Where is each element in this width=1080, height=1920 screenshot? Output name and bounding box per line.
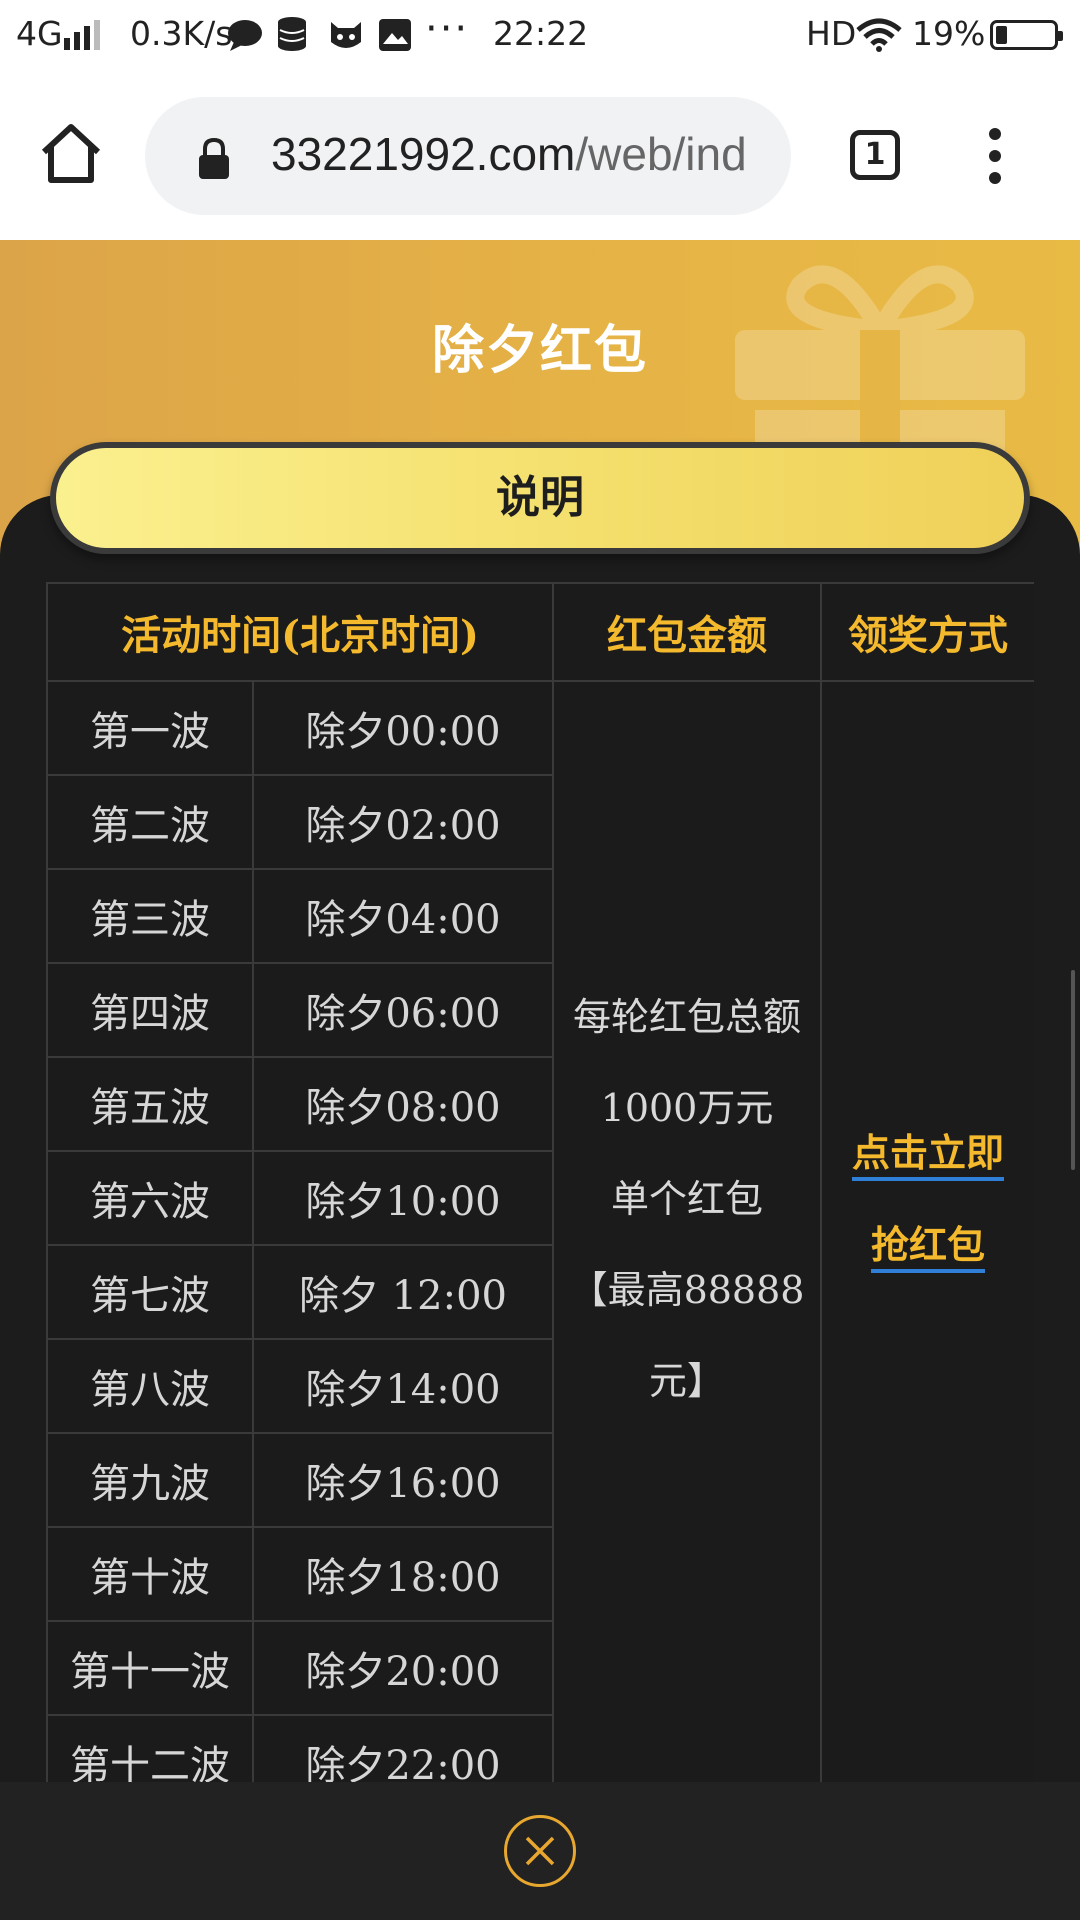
wave-cell: 第五波 [46,1056,254,1152]
amount-line: 元】 [649,1358,726,1403]
battery-percent: 19% [912,14,986,53]
amount-line: 单个红包 [611,1176,764,1221]
wave-cell: 第七波 [46,1244,254,1340]
claim-link-line[interactable]: 点击立即 [852,1130,1005,1181]
explain-button[interactable]: 说明 [50,442,1030,554]
tab-switcher-button[interactable]: 1 [850,130,900,180]
wave-cell: 第三波 [46,868,254,964]
time-cell: 除夕20:00 [251,1620,555,1716]
url-domain: 33221992.com [271,128,576,180]
menu-icon[interactable] [980,128,1010,184]
time-cell: 除夕06:00 [251,962,555,1058]
header-activity-time: 活动时间(北京时间) [46,582,555,682]
time-cell: 除夕02:00 [251,774,555,870]
schedule-table: 活动时间(北京时间) 红包金额 领奖方式 第一波 除夕00:00 每轮红包总额 100… [46,582,1034,1782]
time-cell: 除夕22:00 [251,1714,555,1782]
time-cell: 除夕18:00 [251,1526,555,1622]
network-speed: 0.3K/s [130,14,233,53]
header-amount: 红包金额 [552,582,823,682]
status-bar: 4G 0.3K/s ··· 22:22 HD 19% [0,0,1080,70]
claim-cell: 点击立即 抢红包 [820,680,1034,1782]
wave-cell: 第一波 [46,680,254,776]
amount-line: 每轮红包总额 [573,994,802,1039]
time-cell: 除夕08:00 [251,1056,555,1152]
close-button[interactable] [504,1815,576,1887]
chat-icon [228,20,262,51]
battery-level [996,26,1007,44]
url-path: /web/ind [575,128,747,180]
schedule-table-container[interactable]: 活动时间(北京时间) 红包金额 领奖方式 第一波 除夕00:00 每轮红包总额 100… [46,582,1034,1782]
header-claim-method: 领奖方式 [820,582,1034,682]
signal-icon [64,20,100,50]
amount-line: 【最高88888 [569,1267,805,1312]
wave-cell: 第四波 [46,962,254,1058]
scrollbar[interactable] [1071,970,1075,1170]
table-header-row: 活动时间(北京时间) 红包金额 领奖方式 [46,582,1034,682]
more-dots-icon: ··· [425,6,470,52]
time-cell: 除夕00:00 [251,680,555,776]
time-cell: 除夕 12:00 [251,1244,555,1340]
wave-cell: 第六波 [46,1150,254,1246]
database-icon [278,17,306,51]
close-icon [525,1836,555,1866]
url-text: 33221992.com/web/ind [271,127,747,181]
time-cell: 除夕04:00 [251,868,555,964]
amount-line: 1000万元 [600,1085,774,1130]
gallery-icon [379,19,411,51]
browser-toolbar: 33221992.com/web/ind 1 [0,70,1080,240]
wave-cell: 第九波 [46,1432,254,1528]
home-icon[interactable] [38,120,104,186]
wifi-icon [856,18,902,52]
table-row: 第一波 除夕00:00 每轮红包总额 1000万元 单个红包【最高88888 元】 点击立即… [46,680,1034,1782]
address-bar[interactable]: 33221992.com/web/ind [145,97,791,215]
wave-cell: 第十二波 [46,1714,254,1782]
battery-icon [990,20,1063,50]
wave-cell: 第八波 [46,1338,254,1434]
hd-indicator: HD [806,14,857,53]
page-title: 除夕红包 [431,320,648,381]
claim-link-line[interactable]: 抢红包 [871,1222,986,1273]
time-cell: 除夕16:00 [251,1432,555,1528]
wave-cell: 第二波 [46,774,254,870]
wave-cell: 第十一波 [46,1620,254,1716]
claim-red-packet-link[interactable]: 点击立即 抢红包 [852,1107,1005,1291]
lock-icon [199,137,229,179]
time-cell: 除夕10:00 [251,1150,555,1246]
network-type: 4G [16,14,63,53]
wave-cell: 第十波 [46,1526,254,1622]
amount-cell: 每轮红包总额 1000万元 单个红包【最高88888 元】 [552,680,823,1782]
clock: 22:22 [493,14,589,53]
time-cell: 除夕14:00 [251,1338,555,1434]
cat-icon [331,22,361,48]
